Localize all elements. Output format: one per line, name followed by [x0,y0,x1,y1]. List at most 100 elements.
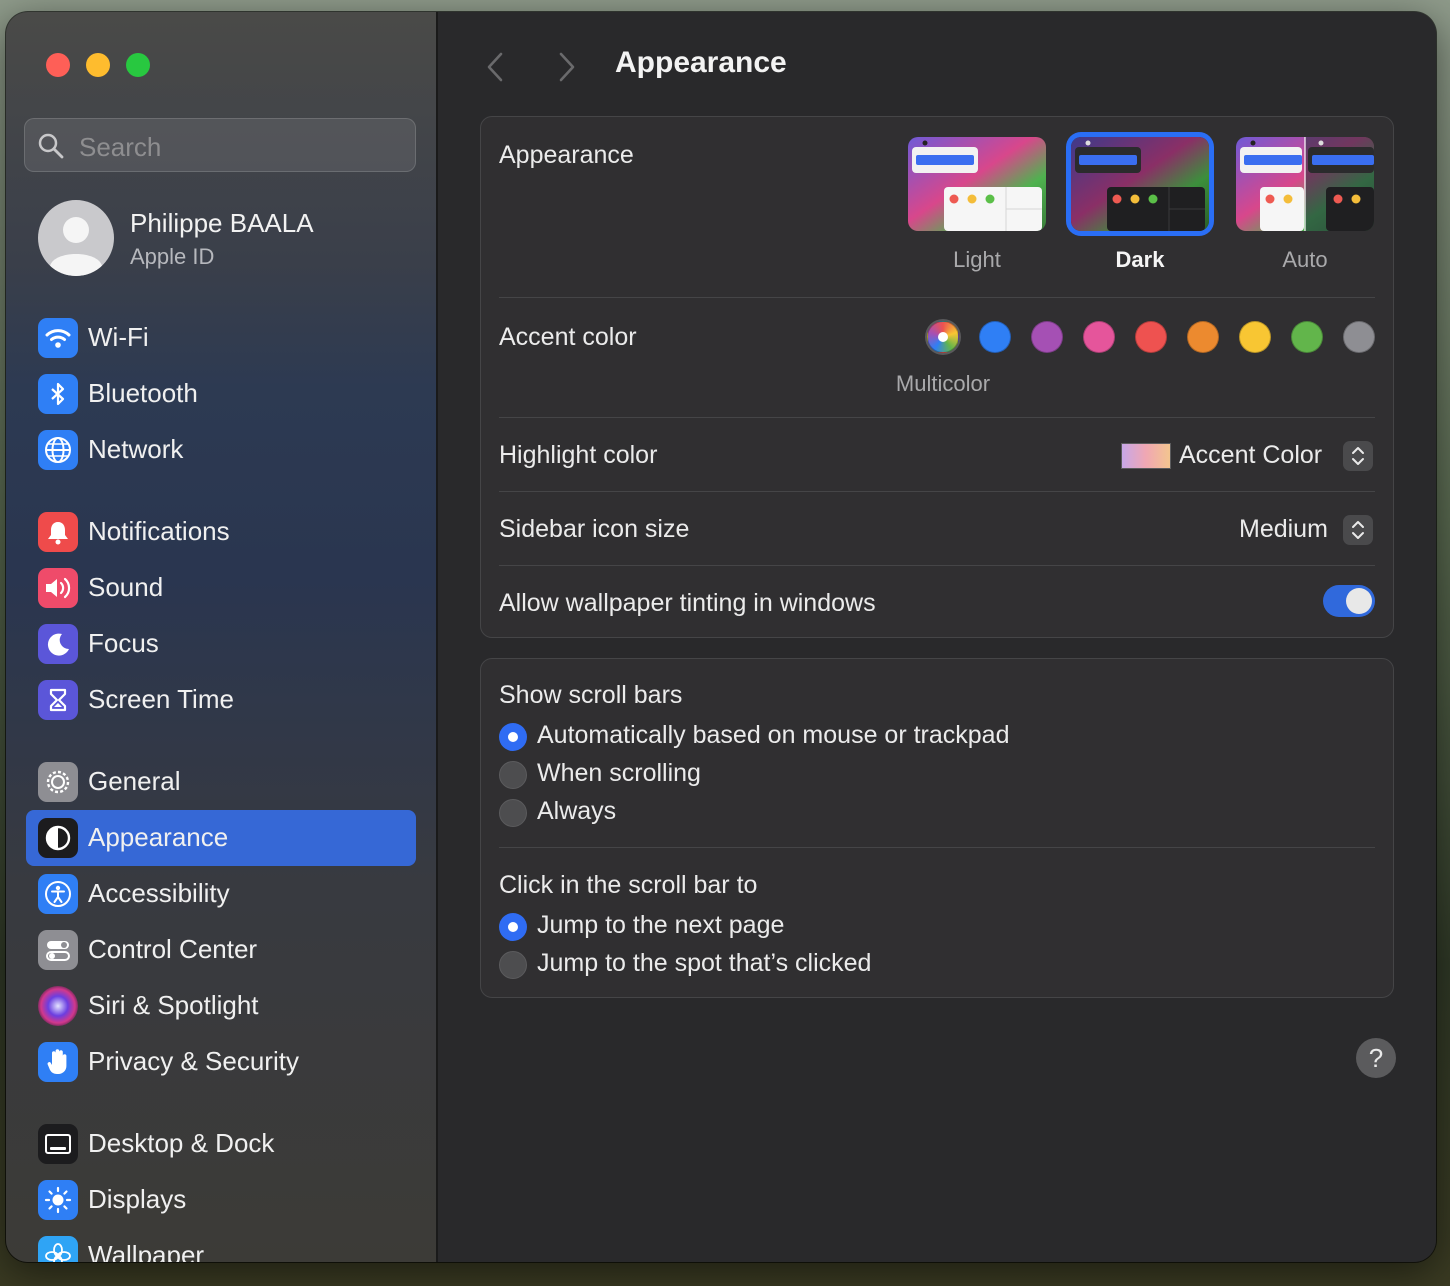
flower-icon [38,1236,78,1262]
wallpaper-tinting-toggle[interactable] [1323,585,1375,617]
sidebar: Search Philippe BAALA Apple ID Wi-Fi Blu… [6,12,438,1262]
sidebar-item-label: Displays [88,1184,187,1214]
accent-swatch-yellow[interactable] [1239,321,1271,353]
appearance-icon [38,818,78,858]
sidebar-item-network[interactable]: Network [26,422,416,478]
accent-swatch-green[interactable] [1291,321,1323,353]
settings-window: Search Philippe BAALA Apple ID Wi-Fi Blu… [6,12,1436,1262]
sidebar-icon-size-popup[interactable]: Medium [1221,515,1373,551]
appearance-label: Appearance [499,141,634,169]
sidebar-item-label: General [88,766,181,796]
wifi-icon [38,318,78,358]
radio-label: Automatically based on mouse or trackpad [537,721,1010,749]
accent-swatch-multicolor[interactable] [927,321,959,353]
sidebar-item-general[interactable]: General [26,754,416,810]
wallpaper-tinting-label: Allow wallpaper tinting in windows [499,589,876,617]
appearance-option-dark-label: Dark [1115,247,1165,272]
sidebar-item-sound[interactable]: Sound [26,560,416,616]
accessibility-icon [38,874,78,914]
profile-subtitle: Apple ID [130,244,215,269]
forward-button[interactable] [556,50,578,93]
appearance-option-dark[interactable] [1071,137,1209,231]
accent-swatch-red[interactable] [1135,321,1167,353]
sidebar-item-wallpaper[interactable]: Wallpaper [26,1228,416,1262]
speaker-icon [38,568,78,608]
accent-swatch-orange[interactable] [1187,321,1219,353]
sidebar-item-label: Network [88,434,184,464]
radio-label: Jump to the next page [537,911,785,939]
accent-swatch-pink[interactable] [1083,321,1115,353]
moon-icon [38,624,78,664]
sidebar-item-notifications[interactable]: Notifications [26,504,416,560]
appearance-settings-card: Appearance Light Dark Auto Accent color … [480,116,1394,638]
accent-selected-label: Multicolor [895,371,991,396]
chevron-updown-icon [1343,515,1373,545]
close-window-button[interactable] [46,53,70,77]
minimize-window-button[interactable] [86,53,110,77]
sidebar-item-label: Notifications [88,516,230,546]
sidebar-item-label: Bluetooth [88,378,198,408]
radio-scroll-when-scrolling[interactable] [499,761,527,789]
highlight-color-popup[interactable]: Accent Color [1121,441,1373,477]
sidebar-item-privacy-security[interactable]: Privacy & Security [26,1034,416,1090]
search-input[interactable]: Search [24,118,416,172]
page-title: Appearance [615,46,787,79]
hourglass-icon [38,680,78,720]
sidebar-item-focus[interactable]: Focus [26,616,416,672]
divider [499,297,1375,298]
sidebar-item-label: Appearance [88,822,229,852]
sidebar-item-displays[interactable]: Displays [26,1172,416,1228]
avatar [38,200,114,276]
back-button[interactable] [484,50,506,93]
sidebar-item-bluetooth[interactable]: Bluetooth [26,366,416,422]
sidebar-item-control-center[interactable]: Control Center [26,922,416,978]
sidebar-item-accessibility[interactable]: Accessibility [26,866,416,922]
divider [499,565,1375,566]
sidebar-item-appearance[interactable]: Appearance [26,810,416,866]
help-button[interactable]: ? [1356,1038,1396,1078]
sidebar-item-desktop-dock[interactable]: Desktop & Dock [26,1116,416,1172]
sidebar-item-label: Focus [88,628,159,658]
dock-icon [38,1124,78,1164]
sidebar-item-wifi[interactable]: Wi-Fi [26,310,416,366]
highlight-color-swatch [1121,443,1171,469]
sidebar-icon-size-value: Medium [1239,515,1328,543]
appearance-option-auto[interactable] [1236,137,1374,231]
bell-icon [38,512,78,552]
globe-icon [38,430,78,470]
radio-scroll-auto[interactable] [499,723,527,751]
divider [499,847,1375,848]
radio-click-spot[interactable] [499,951,527,979]
appearance-option-light[interactable] [908,137,1046,231]
highlight-color-value: Accent Color [1179,441,1323,469]
sun-icon [38,1180,78,1220]
zoom-window-button[interactable] [126,53,150,77]
sidebar-item-label: Sound [88,572,164,602]
divider [499,491,1375,492]
radio-label: Always [537,797,617,825]
accent-color-label: Accent color [499,323,637,351]
sidebar-item-screen-time[interactable]: Screen Time [26,672,416,728]
radio-click-next-page[interactable] [499,913,527,941]
accent-swatch-blue[interactable] [979,321,1011,353]
siri-icon [38,986,78,1026]
radio-scroll-always[interactable] [499,799,527,827]
sidebar-item-label: Screen Time [88,684,234,714]
sidebar-item-label: Wi-Fi [88,322,149,352]
hand-icon [38,1042,78,1082]
search-icon [38,133,64,159]
profile-name: Philippe BAALA [130,208,314,238]
apple-id-profile[interactable]: Philippe BAALA Apple ID [38,200,418,280]
sidebar-icon-size-label: Sidebar icon size [499,515,690,543]
show-scroll-bars-label: Show scroll bars [499,681,683,709]
sidebar-item-label: Privacy & Security [88,1046,299,1076]
scroll-settings-card: Show scroll bars Automatically based on … [480,658,1394,998]
accent-swatch-purple[interactable] [1031,321,1063,353]
sidebar-item-siri-spotlight[interactable]: Siri & Spotlight [26,978,416,1034]
highlight-color-label: Highlight color [499,441,658,469]
sidebar-item-label: Control Center [88,934,258,964]
sidebar-item-label: Wallpaper [88,1240,205,1262]
accent-swatch-graphite[interactable] [1343,321,1375,353]
appearance-option-auto-label: Auto [1282,247,1328,272]
radio-label: Jump to the spot that’s clicked [537,949,872,977]
